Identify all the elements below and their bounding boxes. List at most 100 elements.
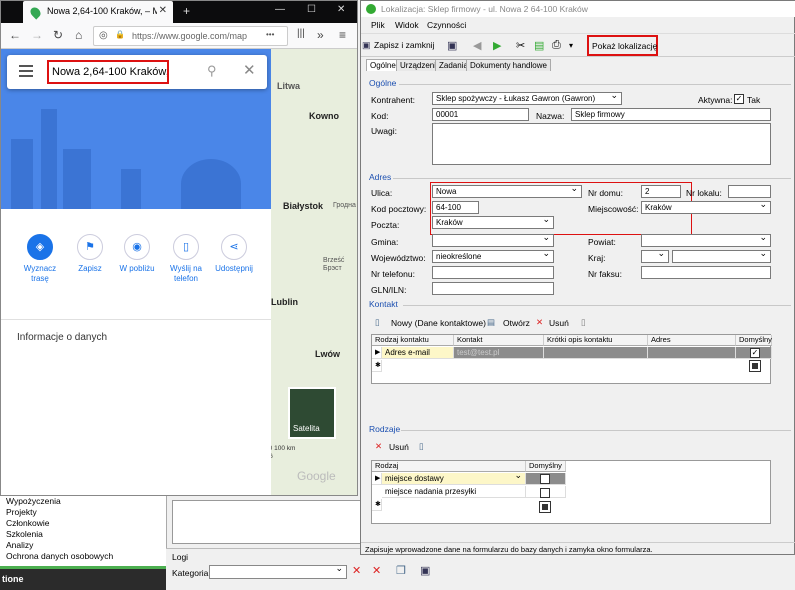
delete-kind-button[interactable]: Usuń — [389, 442, 409, 452]
home-icon[interactable]: ⌂ — [75, 28, 82, 42]
group-line — [403, 305, 791, 306]
kod-pocztowy-input[interactable]: 64-100 — [432, 201, 479, 214]
tab-dokumenty[interactable]: Dokumenty handlowe — [466, 59, 551, 71]
new-contact-button[interactable]: Nowy (Dane kontaktowe) — [391, 318, 486, 328]
delete-all-icon[interactable]: ✕ — [372, 564, 381, 577]
default-checkbox[interactable] — [540, 474, 550, 484]
maps-search-input[interactable]: Nowa 2,64-100 Kraków, — [47, 60, 169, 84]
dropdown-icon[interactable]: ▾ — [569, 41, 573, 50]
tree-item[interactable]: Członkowie — [0, 518, 166, 529]
kraj-code-select[interactable] — [641, 250, 669, 263]
open-contact-button[interactable]: Otwórz — [503, 318, 530, 328]
menu-plik[interactable]: Plik — [371, 20, 385, 30]
browser-tab[interactable]: Nowa 2,64-100 Kraków, – Map ✕ — [23, 1, 173, 23]
save-new-icon[interactable]: ▣ — [447, 39, 457, 52]
app-menu-icon[interactable]: ≡ — [339, 28, 346, 42]
lock-icon[interactable]: 🔒 — [115, 30, 125, 39]
maps-search-box[interactable]: Nowa 2,64-100 Kraków, ⚲ ✕ — [7, 55, 267, 89]
col-header[interactable]: Rodzaj — [372, 461, 526, 472]
nearby-button[interactable]: ◉ W pobliżu — [112, 234, 162, 274]
show-location-button[interactable]: Pokaż lokalizację — [587, 35, 658, 56]
nr-lokalu-input[interactable] — [728, 185, 771, 198]
map-canvas[interactable]: Litwa Kowno Białystok Гродна Brześć Брэс… — [218, 49, 357, 495]
data-info-header[interactable]: Informacje o danych — [17, 332, 107, 343]
reload-icon[interactable]: ↻ — [53, 28, 63, 42]
default-checkbox[interactable] — [749, 360, 761, 372]
satellite-toggle[interactable]: Satelita — [288, 387, 336, 439]
menu-czynnosci[interactable]: Czynności — [427, 20, 466, 30]
kontrahent-select[interactable]: Sklep spożywczy - Łukasz Gawron (Gawron) — [432, 92, 622, 105]
overflow-icon[interactable]: » — [317, 28, 324, 42]
miejscowosc-select[interactable]: Kraków — [641, 201, 771, 214]
uwagi-textarea[interactable] — [432, 123, 771, 165]
tree-item[interactable]: Wypożyczenia — [0, 496, 166, 507]
category-select[interactable] — [209, 563, 347, 579]
delete-contact-button[interactable]: Usuń — [549, 318, 569, 328]
tools-icon[interactable]: ✂ — [516, 39, 525, 52]
library-icon[interactable]: ||| — [297, 28, 305, 39]
table-row[interactable]: miejsce dostawy — [382, 473, 526, 485]
next-icon[interactable]: ▶ — [493, 39, 501, 52]
save-close-button[interactable]: Zapisz i zamknij — [374, 40, 434, 50]
forward-icon[interactable]: → — [31, 28, 43, 42]
kraj-select[interactable] — [672, 250, 771, 263]
menu-widok[interactable]: Widok — [395, 20, 419, 30]
window-close-icon[interactable]: ✕ — [337, 4, 345, 15]
delete-icon[interactable]: ✕ — [352, 564, 361, 577]
table-row[interactable]: test@test.pl — [454, 347, 544, 359]
minimize-icon[interactable]: — — [275, 4, 285, 15]
telefon-input[interactable] — [432, 266, 554, 279]
col-header[interactable]: Domyślny — [736, 335, 772, 346]
nazwa-input[interactable]: Sklep firmowy — [571, 108, 771, 121]
save-icon[interactable]: ▣ — [420, 564, 430, 577]
col-header[interactable]: Adres — [648, 335, 736, 346]
shield-icon[interactable]: ◎ — [99, 30, 108, 41]
powiat-select[interactable] — [641, 234, 771, 247]
prev-icon[interactable]: ◀ — [473, 39, 481, 52]
share-button[interactable]: ⋖ Udostępnij — [209, 234, 259, 274]
table-row[interactable]: miejsce nadania przesyłki — [382, 486, 526, 498]
copy-icon[interactable]: ❐ — [396, 564, 406, 577]
new-tab-icon[interactable]: + — [183, 4, 190, 18]
clear-icon[interactable]: ✕ — [243, 61, 256, 79]
search-icon[interactable]: ⚲ — [207, 63, 217, 79]
directions-button[interactable]: ◈ Wyznacz trasę — [15, 234, 65, 284]
page-actions-icon[interactable]: ••• — [266, 30, 274, 39]
nr-domu-input[interactable]: 2 — [641, 185, 681, 198]
table-row[interactable]: Adres e-mail — [382, 347, 454, 359]
export-icon[interactable]: ▤ — [534, 39, 544, 52]
tab-close-icon[interactable]: ✕ — [159, 5, 167, 16]
col-header[interactable]: Kontakt — [454, 335, 544, 346]
table-row[interactable] — [544, 347, 648, 359]
default-checkbox[interactable] — [539, 501, 551, 513]
note-icon[interactable]: ▯ — [581, 317, 586, 328]
module-bar[interactable]: tione — [0, 566, 166, 590]
print-icon[interactable]: ⎙ — [552, 39, 561, 52]
col-header[interactable]: Rodzaj kontaktu — [372, 335, 454, 346]
url-bar[interactable]: ◎ 🔒 https://www.google.com/map ••• — [93, 26, 288, 46]
default-checkbox[interactable] — [540, 488, 550, 498]
faks-input[interactable] — [641, 266, 771, 279]
ulica-select[interactable]: Nowa — [432, 185, 582, 198]
hamburger-menu-icon[interactable] — [19, 65, 33, 77]
send-to-phone-button[interactable]: ▯ Wyślij na telefon — [161, 234, 211, 284]
col-header[interactable]: Krótki opis kontaktu — [544, 335, 648, 346]
tab-ogolne[interactable]: Ogólne — [366, 59, 400, 71]
maximize-icon[interactable]: ☐ — [307, 4, 316, 15]
tree-item[interactable]: Szkolenia — [0, 529, 166, 540]
default-checkbox[interactable]: ✓ — [750, 348, 760, 358]
poczta-select[interactable]: Kraków — [432, 216, 554, 229]
tree-item[interactable]: Ochrona danych osobowych — [0, 551, 166, 562]
col-header[interactable]: Domyślny — [526, 461, 566, 472]
wojewodztwo-select[interactable]: nieokreślone — [432, 250, 554, 263]
tree-item[interactable]: Projekty — [0, 507, 166, 518]
save-place-button[interactable]: ⚑ Zapisz — [65, 234, 115, 274]
aktywna-checkbox[interactable]: ✓ — [734, 94, 744, 104]
table-row[interactable] — [648, 347, 736, 359]
note-icon[interactable]: ▯ — [419, 441, 424, 452]
gmina-select[interactable] — [432, 234, 554, 247]
kod-input[interactable]: 00001 — [432, 108, 529, 121]
back-icon[interactable]: ← — [9, 28, 21, 42]
gln-input[interactable] — [432, 282, 554, 295]
tree-item[interactable]: Analizy — [0, 540, 166, 551]
